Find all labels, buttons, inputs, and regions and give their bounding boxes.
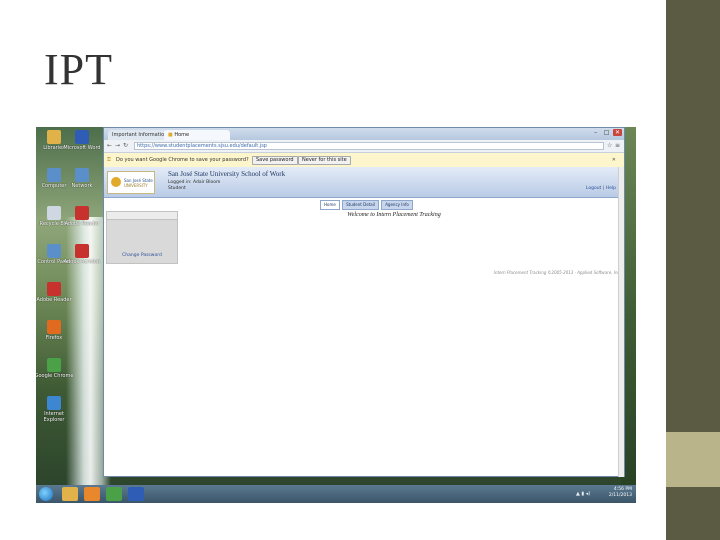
desktop-icon-label: Microsoft Word xyxy=(63,145,101,151)
maximize-button[interactable]: □ xyxy=(602,129,611,136)
desktop-icon-label: Adobe Reader xyxy=(36,297,72,303)
address-bar[interactable]: https://www.studentplacements.sjsu.edu/d… xyxy=(134,142,604,150)
folder-icon[interactable] xyxy=(62,487,78,501)
system-tray[interactable]: ▲ ▮ ◂) xyxy=(576,491,590,497)
tab-label: Home xyxy=(174,132,190,138)
logout-link[interactable]: Logout xyxy=(586,186,601,191)
logo-line-2: UNIVERSITY xyxy=(124,183,148,188)
control-panel-icon xyxy=(47,244,61,258)
desktop-icon-label: Network xyxy=(71,183,93,189)
back-icon[interactable]: ← xyxy=(107,142,112,149)
desktop-icon-label: Adobe Reader xyxy=(64,221,100,227)
welcome-message: Welcome to Intern Placement Tracking xyxy=(347,212,441,218)
clock-date: 2/11/2013 xyxy=(608,493,632,498)
slide-title: IPT xyxy=(44,45,113,94)
desktop-icon-firefox[interactable]: Firefox xyxy=(36,320,74,341)
computer-icon xyxy=(47,168,61,182)
left-sidebar: Change Password xyxy=(106,211,178,264)
ie-icon xyxy=(47,396,61,410)
pdf-icon xyxy=(75,206,89,220)
desktop-icon-adobe-reader[interactable]: Adobe Reader xyxy=(62,206,102,227)
link-separator: | xyxy=(602,186,605,191)
desktop-icon-adobe-acrobat[interactable]: Adobe Acrobat xyxy=(62,244,102,265)
firefox-icon xyxy=(47,320,61,334)
logged-in-user: Logged in: Adair Bloom xyxy=(168,180,221,185)
tab-agency-info[interactable]: Agency Info xyxy=(381,200,413,210)
site-nav-tabs: Home Student Detail Agency Info xyxy=(320,200,414,210)
change-password-link[interactable]: Change Password xyxy=(107,253,177,258)
site-title: San José State University School of Work xyxy=(168,170,286,178)
desktop-icon-internet-explorer[interactable]: Internet Explorer xyxy=(36,396,74,423)
desktop-icon-label: Adobe Acrobat xyxy=(63,259,101,265)
minimize-button[interactable]: – xyxy=(591,129,600,136)
sjsu-logo[interactable]: San José State UNIVERSITY xyxy=(107,171,155,194)
tab-important-information[interactable]: Important Informatio xyxy=(108,130,170,140)
folder-icon xyxy=(47,130,61,144)
word-icon[interactable] xyxy=(128,487,144,501)
reload-icon[interactable]: ↻ xyxy=(123,142,128,149)
user-role: Student xyxy=(168,186,186,191)
wrench-menu-icon[interactable]: ≡ xyxy=(615,142,620,149)
side-band-accent xyxy=(666,432,720,487)
chrome-icon[interactable] xyxy=(106,487,122,501)
desktop-icon-label: Firefox xyxy=(45,335,63,341)
media-icon[interactable] xyxy=(84,487,100,501)
tab-home-page[interactable]: Home xyxy=(320,200,340,210)
vertical-scrollbar[interactable] xyxy=(618,167,624,477)
browser-toolbar: ← → ↻ https://www.studentplacements.sjsu… xyxy=(104,140,624,153)
bookmark-star-icon[interactable]: ☆ xyxy=(607,142,612,149)
pdf-icon xyxy=(75,244,89,258)
desktop-icon-label: Internet Explorer xyxy=(43,411,65,423)
start-button[interactable] xyxy=(39,487,53,501)
sun-logo-icon xyxy=(111,177,121,187)
browser-window[interactable]: Important Informatio ■ Home – □ ✕ ← → ↻ … xyxy=(103,127,625,477)
window-controls: – □ ✕ xyxy=(591,129,622,136)
close-window-button[interactable]: ✕ xyxy=(613,129,622,136)
tab-label: Important Informatio xyxy=(112,132,165,138)
infobar-close-icon[interactable]: ✕ xyxy=(612,153,616,167)
never-save-button[interactable]: Never for this site xyxy=(298,156,351,165)
screenshot: Libraries Microsoft Word Computer Network Re… xyxy=(36,127,636,503)
header-links: Logout | Help xyxy=(586,186,616,191)
page-footer: Intern Placement Tracking ©2005-2013 · A… xyxy=(493,270,621,275)
network-icon xyxy=(75,168,89,182)
recycle-bin-icon xyxy=(47,206,61,220)
chrome-icon xyxy=(47,358,61,372)
save-password-infobar: ⚿ Do you want Google Chrome to save your… xyxy=(104,153,624,168)
tab-home[interactable]: ■ Home xyxy=(164,130,230,140)
desktop-icon-network[interactable]: Network xyxy=(62,168,102,189)
pdf-icon xyxy=(47,282,61,296)
desktop-icon-google-chrome[interactable]: Google Chrome xyxy=(36,358,74,379)
desktop-icon-label: Google Chrome xyxy=(36,373,74,379)
save-password-question: Do you want Google Chrome to save your p… xyxy=(116,157,249,163)
taskbar: ▲ ▮ ◂) 4:56 PM 2/11/2013 xyxy=(36,485,636,503)
tab-student-detail[interactable]: Student Detail xyxy=(342,200,379,210)
home-page-icon: ■ xyxy=(168,132,173,138)
key-icon: ⚿ xyxy=(107,157,111,163)
tab-strip: Important Informatio ■ Home – □ ✕ xyxy=(104,128,624,140)
save-password-button[interactable]: Save password xyxy=(252,156,298,165)
forward-icon[interactable]: → xyxy=(115,142,120,149)
sidebar-header xyxy=(107,212,177,220)
site-header: San José State UNIVERSITY San José State… xyxy=(104,167,624,198)
clock[interactable]: 4:56 PM 2/11/2013 xyxy=(609,487,632,499)
word-icon xyxy=(75,130,89,144)
desktop-icon-microsoft-word[interactable]: Microsoft Word xyxy=(62,130,102,151)
help-link[interactable]: Help xyxy=(606,186,616,191)
desktop-icon-adobe-reader[interactable]: Adobe Reader xyxy=(36,282,74,303)
